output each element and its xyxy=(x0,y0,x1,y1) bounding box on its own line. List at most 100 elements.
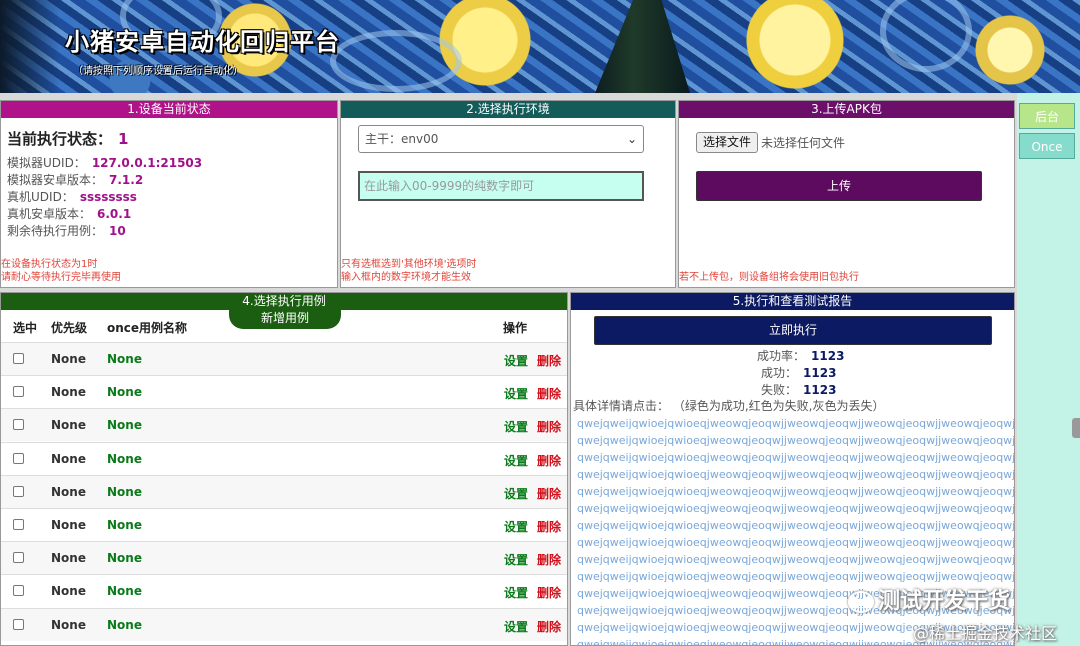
pending-cases: 剩余待执行用例： 10 xyxy=(7,222,126,239)
detail-hint: 具体详情请点击： （绿色为成功,红色为失败,灰色为丢失） xyxy=(573,399,885,413)
case-selection-panel: 4.选择执行用例 选中 优先级 once用例名称 操作 新增用例 None Non… xyxy=(0,292,568,646)
panel-header: 5.执行和查看测试报告 xyxy=(571,293,1014,310)
emulator-android-version: 模拟器安卓版本： 7.1.2 xyxy=(7,171,143,188)
row-checkbox[interactable] xyxy=(13,519,24,530)
row-checkbox[interactable] xyxy=(13,452,24,464)
row-checkbox[interactable] xyxy=(13,485,24,497)
row-checkbox[interactable] xyxy=(13,386,24,398)
row-delete-link[interactable]: 删除 xyxy=(537,584,561,601)
row-priority: None xyxy=(51,385,86,400)
banner-swirl xyxy=(880,0,972,72)
table-row: None None 设置 删除 xyxy=(1,508,567,541)
row-priority: None xyxy=(51,518,86,532)
row-delete-link[interactable]: 删除 xyxy=(537,385,561,402)
row-delete-link[interactable]: 删除 xyxy=(537,485,561,502)
row-checkbox[interactable] xyxy=(13,419,24,431)
table-row: None None 设置 删除 xyxy=(1,607,567,641)
device-status-panel: 1.设备当前状态 当前执行状态： 1 模拟器UDID： 127.0.0.1:2150… xyxy=(0,100,338,288)
field-label: 模拟器安卓版本： xyxy=(7,173,104,187)
row-set-link[interactable]: 设置 xyxy=(504,618,528,635)
upload-button[interactable]: 上传 xyxy=(696,171,982,201)
field-label: 真机安卓版本： xyxy=(7,207,92,221)
table-row: None None 设置 删除 xyxy=(1,375,567,408)
row-set-link[interactable]: 设置 xyxy=(504,551,528,568)
field-label: 真机UDID： xyxy=(7,190,74,204)
column-priority: 优先级 xyxy=(51,321,88,335)
log-line[interactable]: qwejqweijqwioejqwioeqjweowqjeoqwjjweowqj… xyxy=(577,483,1014,500)
row-delete-link[interactable]: 删除 xyxy=(537,618,561,635)
chevron-down-icon: ⌄ xyxy=(626,132,637,146)
log-line[interactable]: qwejqweijqwioejqwioeqjweowqjeoqwjjweowqj… xyxy=(577,415,1014,432)
watermark-text: 测试开发干货 xyxy=(878,589,1011,614)
log-line[interactable]: qwejqweijqwioejqwioeqjweowqjeoqwjjweowqj… xyxy=(577,449,1014,466)
row-case-name: None xyxy=(107,385,142,400)
panel-header: 2.选择执行环境 xyxy=(341,101,675,118)
log-line[interactable]: qwejqweijqwioejqwioeqjweowqjeoqwjjweowqj… xyxy=(577,466,1014,483)
select-value: 主干：env00 xyxy=(365,132,439,146)
row-set-link[interactable]: 设置 xyxy=(504,385,528,402)
row-set-link[interactable]: 设置 xyxy=(504,485,528,502)
log-line[interactable]: qwejqweijqwioejqwioeqjweowqjeoqwjjweowqj… xyxy=(577,534,1014,551)
stat-label: 失败： xyxy=(761,383,798,397)
row-checkbox[interactable] xyxy=(13,552,24,564)
log-line[interactable]: qwejqweijqwioejqwioeqjweowqjeoqwjjweowqj… xyxy=(577,551,1014,568)
row-set-link[interactable]: 设置 xyxy=(504,518,528,535)
row-priority: None xyxy=(51,617,86,632)
execution-status: 当前执行状态： 1 xyxy=(7,128,128,149)
fail-count: 失败： 1123 xyxy=(761,381,836,398)
row-set-link[interactable]: 设置 xyxy=(504,584,528,601)
column-action: 操作 xyxy=(503,321,528,335)
field-label: 模拟器UDID： xyxy=(7,156,86,170)
table-row: None None 设置 删除 xyxy=(1,474,567,508)
log-line[interactable]: qwejqweijqwioejqwioeqjweowqjeoqwjjweowqj… xyxy=(577,432,1014,449)
table-row: None None 设置 删除 xyxy=(1,574,567,607)
row-set-link[interactable]: 设置 xyxy=(504,452,528,469)
row-delete-link[interactable]: 删除 xyxy=(537,418,561,435)
file-status: 未选择任何文件 xyxy=(761,136,846,150)
device-udid: 真机UDID： ssssssss xyxy=(7,188,137,205)
success-count: 成功： 1123 xyxy=(761,364,836,381)
row-priority: None xyxy=(51,484,86,499)
row-delete-link[interactable]: 删除 xyxy=(537,352,561,369)
row-delete-link[interactable]: 删除 xyxy=(537,518,561,535)
table-row: None None 设置 删除 xyxy=(1,408,567,442)
environment-select[interactable]: 主干：env00 ⌄ xyxy=(358,125,644,153)
table-row: None None 设置 删除 xyxy=(1,441,567,475)
log-line[interactable]: qwejqweijqwioejqwioeqjweowqjeoqwjjweowqj… xyxy=(577,517,1014,534)
once-button[interactable]: Once xyxy=(1019,133,1075,159)
backend-button[interactable]: 后台 xyxy=(1019,103,1075,129)
upload-note: 若不上传包，则设备组将会使用旧包执行 xyxy=(679,272,859,283)
row-case-name: None xyxy=(107,352,142,366)
row-case-name: None xyxy=(107,484,142,499)
banner-shade xyxy=(0,0,60,93)
header-banner: 小猪安卓自动化回归平台 （请按照下列顺序设置后运行自动化） xyxy=(0,0,1080,93)
stat-value: 1123 xyxy=(803,383,837,397)
row-priority: None xyxy=(51,352,86,366)
scroll-handle[interactable] xyxy=(1072,418,1080,438)
row-set-link[interactable]: 设置 xyxy=(504,418,528,435)
environment-panel: 2.选择执行环境 主干：env00 ⌄ 在此输入00-9999的纯数字即可 只有… xyxy=(340,100,676,288)
banner-swirl xyxy=(330,30,462,92)
note-line: 输入框内的数字环境才能生效 xyxy=(341,272,471,283)
page-subtitle: （请按照下列顺序设置后运行自动化） xyxy=(73,66,243,77)
side-bar: 后台 Once xyxy=(1017,93,1080,646)
status-note: 在设备执行状态为1时 请耐心等待执行完毕再使用 xyxy=(1,258,121,284)
row-checkbox[interactable] xyxy=(13,353,24,364)
row-delete-link[interactable]: 删除 xyxy=(537,551,561,568)
row-delete-link[interactable]: 删除 xyxy=(537,452,561,469)
field-value: ssssssss xyxy=(79,190,137,204)
environment-number-input[interactable]: 在此输入00-9999的纯数字即可 xyxy=(358,171,644,201)
row-checkbox[interactable] xyxy=(13,618,24,630)
choose-file-button[interactable]: 选择文件 xyxy=(696,132,759,153)
run-now-button[interactable]: 立即执行 xyxy=(594,316,992,345)
success-rate: 成功率： 1123 xyxy=(757,347,844,364)
add-case-button[interactable]: 新增用例 xyxy=(229,307,341,329)
log-line[interactable]: qwejqweijqwioejqwioeqjweowqjeoqwjjweowqj… xyxy=(577,500,1014,517)
row-case-name: None xyxy=(107,418,142,433)
row-case-name: None xyxy=(107,617,142,632)
column-name: once用例名称 xyxy=(107,321,188,335)
row-set-link[interactable]: 设置 xyxy=(504,352,528,369)
row-checkbox[interactable] xyxy=(13,585,24,597)
upload-apk-panel: 3.上传APK包 选择文件 未选择任何文件 上传 若不上传包，则设备组将会使用旧… xyxy=(678,100,1015,288)
device-android-version: 真机安卓版本： 6.0.1 xyxy=(7,205,131,222)
